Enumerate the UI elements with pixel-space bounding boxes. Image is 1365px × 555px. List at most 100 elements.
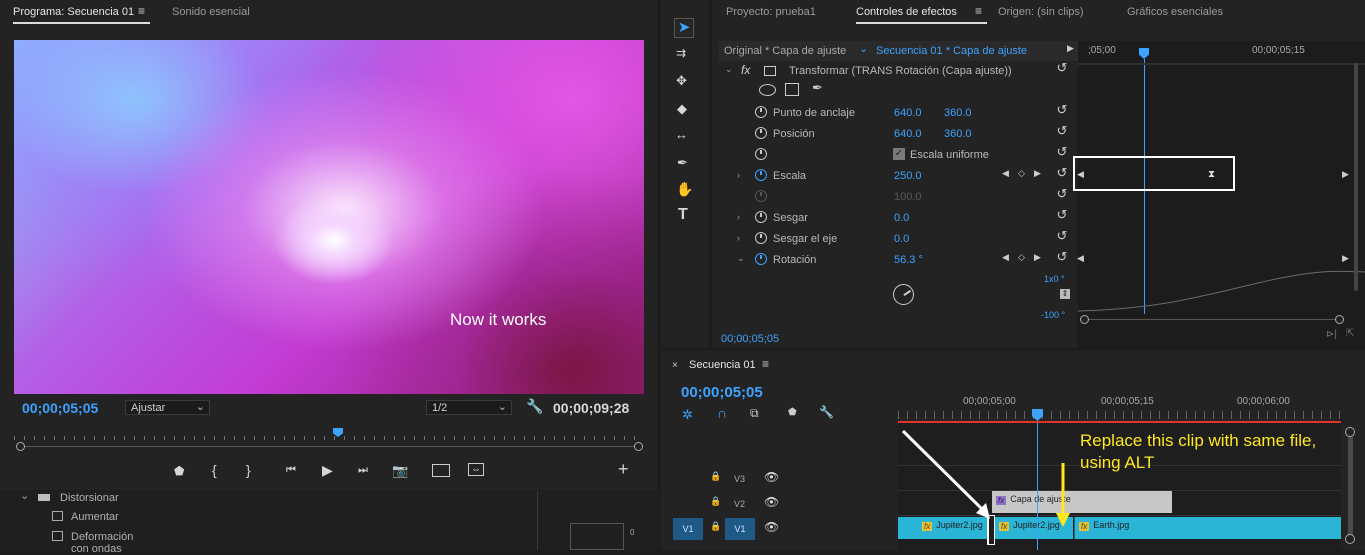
hand-icon[interactable]: ✋ (676, 181, 693, 198)
export-frame-icon[interactable]: 📷 (392, 463, 408, 479)
reset-icon[interactable]: ↺ (1055, 124, 1069, 137)
track-label[interactable]: V3 (734, 474, 745, 484)
panel-menu-icon[interactable]: ≡ (975, 4, 982, 18)
stopwatch-icon[interactable] (755, 169, 767, 181)
vertical-scrollbar[interactable] (537, 491, 538, 550)
fx-icon[interactable]: fx (741, 63, 750, 77)
go-to-in-icon[interactable]: ⏮ (286, 464, 296, 477)
wrench-icon[interactable]: 🔧 (819, 405, 834, 419)
rotation-value[interactable]: 56.3 ° (894, 254, 923, 266)
stopwatch-icon[interactable] (755, 127, 767, 139)
chevron-down-icon[interactable]: ⌄ (859, 42, 868, 55)
play-icon[interactable]: ▶ (322, 462, 333, 479)
eye-icon[interactable]: 👁 (764, 520, 779, 534)
position-y-value[interactable]: 360.0 (944, 128, 972, 140)
chevron-right-icon[interactable]: › (737, 233, 740, 243)
reset-icon[interactable]: ↺ (1055, 250, 1069, 263)
prev-keyframe-icon[interactable]: ◀ (1002, 168, 1009, 179)
add-button-icon[interactable]: + (618, 459, 629, 480)
wrench-icon[interactable]: 🔧 (526, 398, 543, 415)
chevron-down-icon[interactable]: ⌄ (737, 253, 745, 264)
timeline-playhead[interactable] (1032, 409, 1043, 421)
next-keyframe-icon[interactable]: ▶ (1034, 168, 1041, 179)
zoom-handle-right[interactable] (634, 442, 643, 451)
program-ruler[interactable] (14, 428, 644, 442)
anchor-x-value[interactable]: 640.0 (894, 107, 922, 119)
scroll-handle-bottom[interactable] (1345, 534, 1355, 544)
add-keyframe-icon[interactable]: ◇ (1018, 168, 1025, 179)
mark-out-icon[interactable]: } (246, 462, 251, 478)
skew-value[interactable]: 0.0 (894, 212, 909, 224)
eye-icon[interactable]: 👁 (764, 470, 779, 484)
mark-in-icon[interactable]: { (212, 462, 217, 478)
safe-margins-icon[interactable] (432, 464, 450, 477)
effect-controls-timecode[interactable]: 00;00;05;05 (721, 333, 779, 345)
chevron-right-icon[interactable]: ▶ (1067, 43, 1074, 54)
track-label[interactable]: V1 (725, 518, 755, 540)
tab-sonido-esencial[interactable]: Sonido esencial (172, 6, 250, 18)
type-tool-icon[interactable]: T (678, 206, 688, 224)
reset-icon[interactable]: ↺ (1055, 103, 1069, 116)
lock-icon[interactable]: 🔒 (710, 496, 721, 507)
slip-icon[interactable]: ↔ (675, 127, 688, 142)
selection-tool[interactable]: ➤ (674, 18, 694, 38)
prev-keyframe-icon[interactable]: ◀ (1002, 252, 1009, 263)
keyframe-start-icon[interactable]: ◀ (1077, 253, 1084, 264)
source-patch[interactable]: V1 (673, 518, 703, 540)
ellipse-mask-icon[interactable] (759, 84, 776, 96)
fit-dropdown[interactable]: Ajustar ⌄ (125, 400, 210, 415)
tab-graficos-esenciales[interactable]: Gráficos esenciales (1127, 6, 1223, 18)
insert-edit-icon[interactable]: ⧉ (750, 406, 759, 421)
uniform-scale-checkbox[interactable]: ✓ (893, 148, 905, 160)
zoom-handle-left[interactable] (1080, 315, 1089, 324)
chevron-right-icon[interactable]: › (737, 212, 740, 222)
razor-icon[interactable]: ◆ (677, 101, 687, 117)
reset-icon[interactable]: ↺ (1055, 61, 1069, 74)
position-x-value[interactable]: 640.0 (894, 128, 922, 140)
keyframe-scrollbar[interactable] (1354, 63, 1358, 291)
stopwatch-icon[interactable] (755, 148, 767, 160)
rectangle-mask-icon[interactable] (785, 83, 799, 96)
reset-icon[interactable]: ↺ (1055, 208, 1069, 221)
tab-sequence[interactable]: Secuencia 01 (689, 359, 756, 371)
scale-value[interactable]: 250.0 (894, 170, 922, 182)
share-icon[interactable]: ⇱ (1346, 328, 1354, 339)
panel-menu-icon[interactable]: ≡ (138, 4, 145, 18)
reset-icon[interactable]: ↺ (1055, 229, 1069, 242)
graph-scale-icon[interactable]: ⇕ (1060, 289, 1070, 299)
export-icon[interactable]: ⊳| (1326, 329, 1337, 340)
pen-mask-icon[interactable]: ✒ (812, 80, 823, 96)
anchor-y-value[interactable]: 360.0 (944, 107, 972, 119)
tab-program[interactable]: Programa: Secuencia 01 (13, 6, 134, 18)
program-timecode[interactable]: 00;00;05;05 (22, 400, 98, 416)
pen-icon[interactable]: ✒ (677, 155, 688, 171)
clip-adjustment-layer[interactable]: fx Capa de ajuste (992, 491, 1172, 513)
close-icon[interactable]: × (672, 360, 678, 371)
zoom-handle-right[interactable] (1335, 315, 1344, 324)
keyframe-playhead[interactable] (1139, 48, 1149, 59)
chevron-down-icon[interactable]: ⌄ (725, 64, 733, 75)
keyframe-end-icon[interactable]: ▶ (1342, 253, 1349, 264)
stopwatch-icon[interactable] (755, 232, 767, 244)
timeline-timecode[interactable]: 00;00;05;05 (681, 384, 763, 401)
reset-icon[interactable]: ↺ (1055, 166, 1069, 179)
skew-axis-value[interactable]: 0.0 (894, 233, 909, 245)
marker-icon[interactable]: ⬟ (174, 464, 184, 478)
stopwatch-icon[interactable] (755, 253, 767, 265)
keyframe-zoom-bar[interactable] (1084, 319, 1338, 320)
reset-icon[interactable]: ↺ (1055, 145, 1069, 158)
tab-origen[interactable]: Origen: (sin clips) (998, 6, 1084, 18)
timeline-ruler[interactable]: 00;00;05;00 00;00;05;15 00;00;06;00 (898, 391, 1341, 423)
zoom-handle-left[interactable] (16, 442, 25, 451)
lock-icon[interactable]: 🔒 (710, 471, 721, 482)
program-zoom-bar[interactable] (20, 446, 638, 447)
linked-selection-icon[interactable]: ∩ (717, 405, 727, 421)
source-clip-label[interactable]: Original * Capa de ajuste (724, 45, 846, 57)
marker-icon[interactable]: ⬟ (788, 407, 797, 418)
chevron-right-icon[interactable]: › (737, 170, 740, 180)
clip-earth[interactable]: fx Earth.jpg (1074, 517, 1341, 539)
next-keyframe-icon[interactable]: ▶ (1034, 252, 1041, 263)
tab-proyecto[interactable]: Proyecto: prueba1 (726, 6, 816, 18)
stopwatch-icon[interactable] (755, 211, 767, 223)
timeline-scrollbar[interactable] (1348, 429, 1353, 539)
